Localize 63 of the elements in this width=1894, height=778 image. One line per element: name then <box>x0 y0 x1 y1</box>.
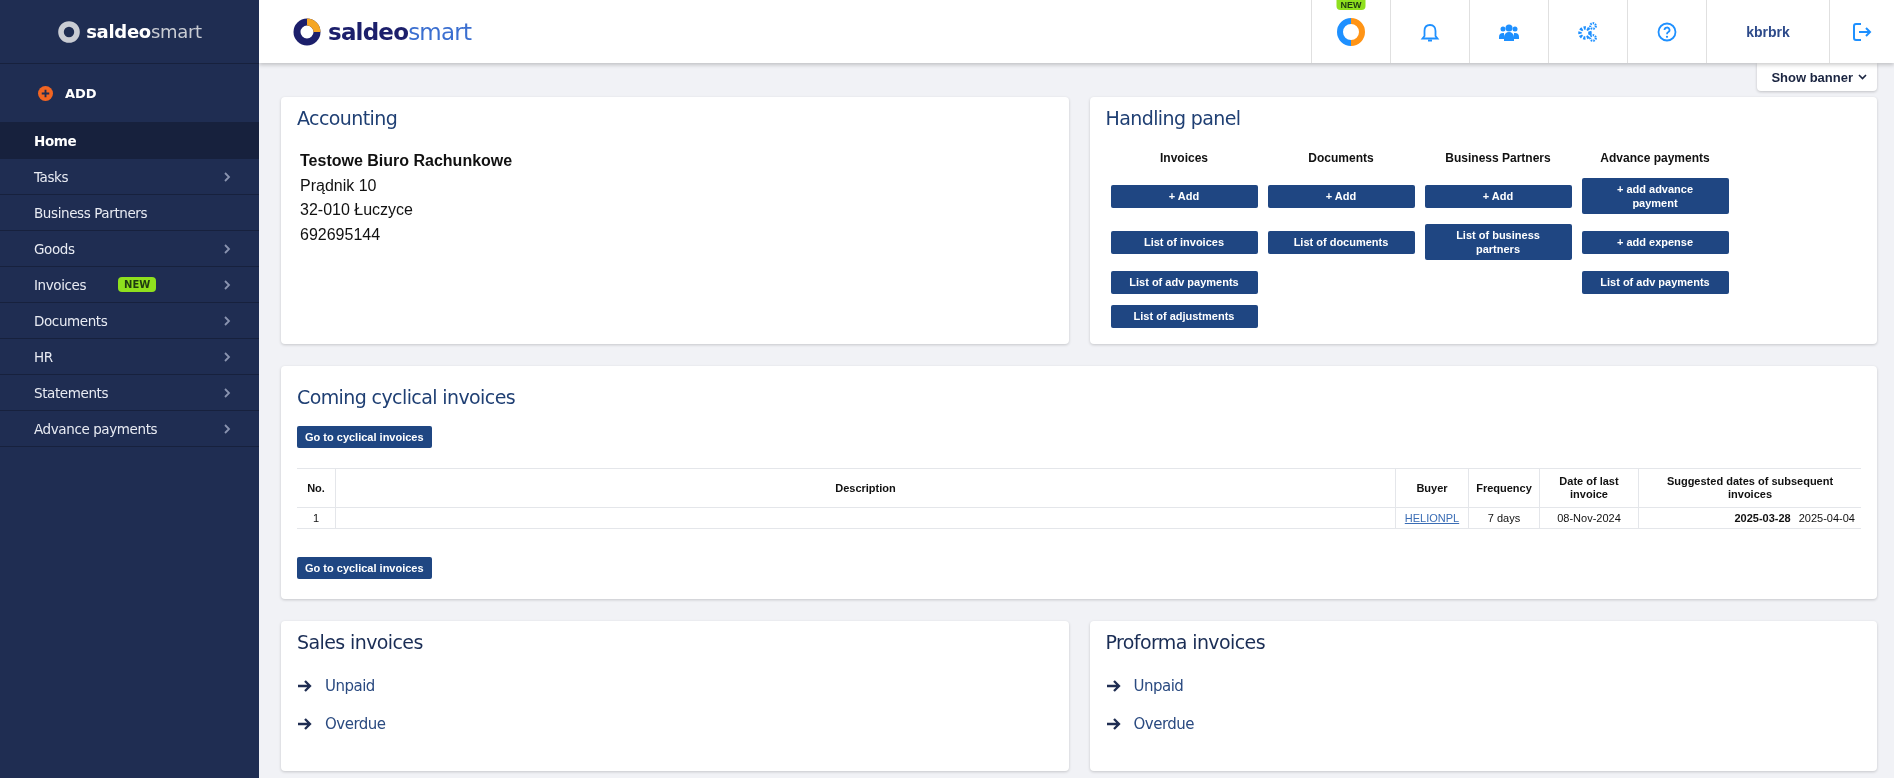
card-title: Accounting <box>297 107 398 129</box>
column-heading: Advance payments <box>1600 151 1710 165</box>
donut-app-icon[interactable] <box>1337 17 1365 46</box>
show-banner-button[interactable]: Show banner <box>1757 63 1877 91</box>
card-title: Handling panel <box>1105 107 1241 129</box>
cyclical-invoices-button[interactable]: Go to cyclical invoices <box>297 426 432 448</box>
logout-icon[interactable] <box>1852 21 1872 42</box>
arrow-right-icon <box>1105 717 1121 731</box>
table-cell: 7 days <box>1468 507 1540 529</box>
settings-icon[interactable] <box>1578 21 1598 42</box>
arrow-right-icon <box>1105 679 1121 693</box>
caret-down-icon <box>1858 74 1867 80</box>
column-heading: Documents <box>1308 151 1374 165</box>
column-header: Buyer <box>1395 468 1469 508</box>
action-button[interactable]: List of adv payments <box>1110 270 1258 294</box>
column-header: Description <box>335 468 1396 508</box>
column-header: No. <box>297 468 336 508</box>
action-button[interactable]: List of invoices <box>1110 230 1258 254</box>
action-button[interactable]: + add advance payment <box>1581 178 1729 214</box>
action-button[interactable]: List of adjustments <box>1110 304 1258 328</box>
help-icon[interactable] <box>1657 21 1677 42</box>
status-link[interactable]: Overdue <box>1133 715 1195 733</box>
logo[interactable]: saldeosmart <box>57 19 202 44</box>
add-button[interactable]: ADD <box>38 85 97 101</box>
card-title: Coming cyclical invoices <box>297 386 516 408</box>
column-header: Suggested dates of subsequent invoices <box>1638 468 1861 508</box>
status-link[interactable]: Unpaid <box>325 677 375 695</box>
sidebar-item[interactable]: Home <box>0 123 259 159</box>
table-cell: 08-Nov-2024 <box>1539 507 1639 529</box>
ring-logo-icon <box>57 19 82 44</box>
column-heading: Business Partners <box>1445 151 1551 165</box>
action-button[interactable]: + add expense <box>1581 230 1729 254</box>
new-badge: NEW <box>118 277 157 292</box>
ring-logo-icon <box>292 16 322 47</box>
bell-icon[interactable] <box>1420 21 1440 42</box>
suggested-date: 2025-04-04 <box>1798 512 1855 524</box>
action-button[interactable]: + Add <box>1424 184 1572 208</box>
arrow-right-icon <box>297 679 312 693</box>
sidebar-item[interactable]: Invoices NEW <box>0 267 259 303</box>
action-button[interactable]: + Add <box>1267 184 1415 208</box>
cyclical-invoices-button[interactable]: Go to cyclical invoices <box>297 557 432 579</box>
card-title: Sales invoices <box>297 631 423 653</box>
suggested-date: 2025-03-28 <box>1734 512 1791 524</box>
address-line: Prądnik 10 <box>300 175 377 196</box>
status-link[interactable]: Overdue <box>325 715 386 733</box>
company-name: Testowe Biuro Rachunkowe <box>300 151 513 171</box>
status-link[interactable]: Unpaid <box>1133 677 1184 695</box>
buyer-link[interactable]: HELIONPL <box>1404 512 1460 524</box>
action-button[interactable]: List of adv payments <box>1581 270 1729 294</box>
action-button[interactable]: List of business partners <box>1424 224 1572 260</box>
new-badge: NEW <box>1336 0 1366 10</box>
column-heading: Invoices <box>1160 151 1208 165</box>
column-header: Frequency <box>1468 468 1540 508</box>
table-cell: 1 <box>297 507 336 529</box>
address-line: 32-010 Łuczyce <box>300 200 413 220</box>
arrow-right-icon <box>297 717 312 731</box>
address-line: 692695144 <box>300 224 381 245</box>
card-title: Proforma invoices <box>1105 631 1265 653</box>
logo[interactable]: saldeosmart <box>292 16 472 47</box>
action-button[interactable]: List of documents <box>1267 230 1415 254</box>
action-button[interactable]: + Add <box>1110 184 1258 208</box>
column-header: Date of last invoice <box>1539 468 1639 508</box>
plus-circle-icon <box>38 85 53 101</box>
